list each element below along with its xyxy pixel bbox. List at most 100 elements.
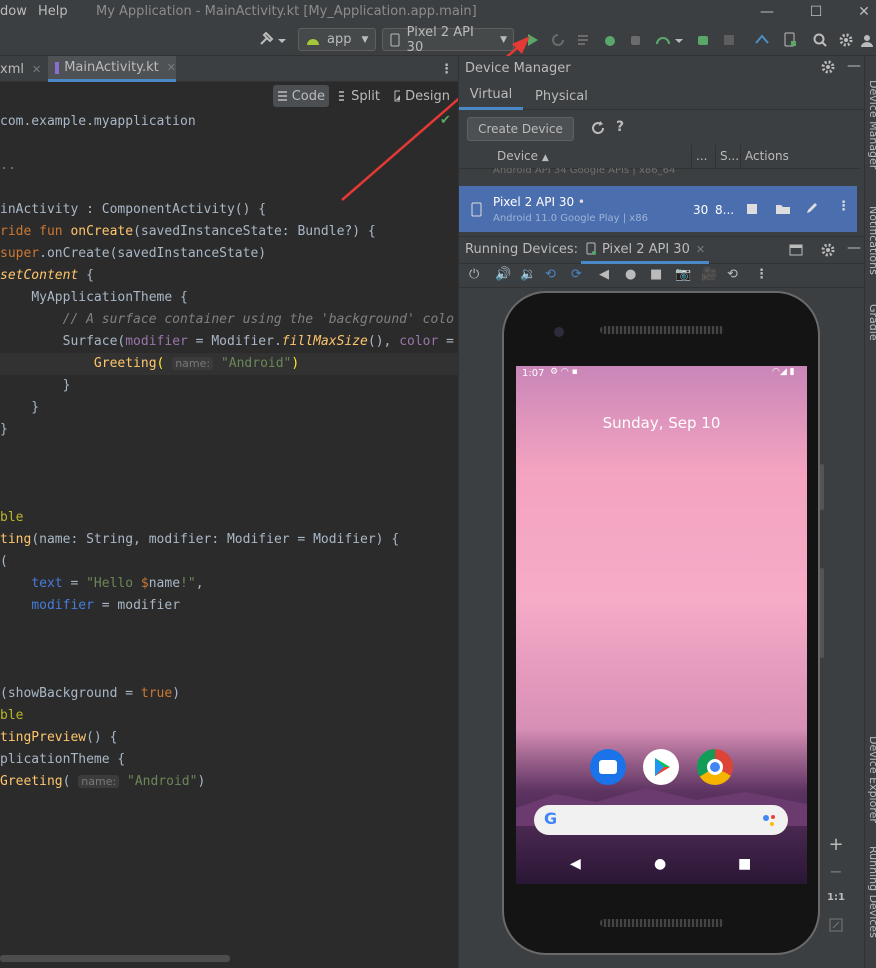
tab-label: MainActivity.kt [64, 60, 159, 75]
chrome-icon[interactable] [697, 749, 733, 785]
volume-up-icon[interactable]: 🔊 [495, 267, 511, 282]
screenshot-icon[interactable]: 📷 [675, 267, 691, 282]
hide-panel-icon[interactable]: — [847, 58, 861, 74]
running-devices-header: Running Devices: Pixel 2 API 30 ✕ — [459, 236, 865, 264]
settings-gear-icon[interactable] [821, 243, 835, 257]
help-icon[interactable]: ? [616, 119, 624, 135]
horizontal-scrollbar[interactable] [0, 953, 458, 968]
assistant-icon[interactable] [762, 813, 776, 831]
nav-back-icon[interactable]: ◀ [570, 856, 581, 872]
screen-record-icon[interactable]: 🎥 [701, 267, 717, 282]
close-tab-icon[interactable]: ✕ [32, 63, 41, 76]
side-device-manager[interactable]: Device Manager [867, 80, 876, 190]
sync-gradle-icon[interactable] [752, 29, 772, 51]
stop-device-icon[interactable] [747, 204, 757, 214]
volume-down-icon[interactable]: 🔉 [520, 267, 536, 282]
more-icon[interactable]: ⋮ [755, 267, 768, 282]
col-api[interactable]: ... [696, 149, 707, 163]
phone-screen[interactable]: 1:07 ⚙ ◠ ▪ ◠◢ ▮ Sunday, Sep 10 G ◀ ● ■ [516, 366, 807, 884]
code-mode-button[interactable]: Code [273, 85, 329, 107]
close-tab-icon[interactable]: ✕ [167, 61, 176, 74]
rerun-icon[interactable] [549, 29, 567, 51]
device-row[interactable]: Pixel 2 API 30 • Android 11.0 Google Pla… [459, 186, 857, 232]
menu-help[interactable]: Help [38, 4, 68, 19]
home-icon[interactable]: ● [625, 267, 636, 282]
device-row-partial: Android API 34 Google APIs | x86_64 [493, 168, 675, 177]
rotate-left-icon[interactable]: ⟲ [545, 267, 556, 282]
zoom-in-button[interactable]: + [826, 834, 846, 855]
param-hint: name: [78, 775, 120, 788]
menu-window[interactable]: dow [0, 4, 27, 19]
side-gradle[interactable]: Gradle [867, 304, 876, 354]
tab-mainactivity[interactable]: MainActivity.kt ✕ [48, 56, 176, 82]
side-device-explorer[interactable]: Device Explorer [867, 736, 876, 836]
phone-icon [471, 202, 482, 217]
code-line: ble [0, 510, 24, 525]
device-manager-icon[interactable] [780, 29, 800, 51]
back-icon[interactable]: ◀ [599, 267, 609, 282]
code-line: com.example.myapplication [0, 114, 196, 129]
code-line: } [0, 400, 40, 415]
play-store-icon[interactable] [643, 749, 679, 785]
status-icons: ⚙ ◠ ▪ [550, 367, 578, 377]
panel-settings-gear-icon[interactable] [821, 60, 835, 78]
close-tab-icon[interactable]: ✕ [696, 243, 705, 256]
stop-icon[interactable] [720, 29, 738, 51]
code-lines-icon [278, 91, 287, 101]
google-search-bar[interactable]: G [534, 805, 788, 835]
device-size: 8... [715, 203, 735, 217]
messages-app-icon[interactable] [590, 749, 626, 785]
create-device-button[interactable]: Create Device [467, 117, 574, 141]
side-notifications[interactable]: Notifications [867, 206, 876, 286]
more-actions-icon[interactable]: ⋮ [837, 199, 850, 214]
build-hammer-icon[interactable] [256, 29, 288, 51]
attach-debugger-icon[interactable] [627, 29, 645, 51]
kotlin-file-icon [55, 61, 60, 74]
code-line: tingPreview() { [0, 730, 118, 745]
tab-xml[interactable]: xml ✕ [0, 56, 46, 82]
apply-changes-icon[interactable] [575, 29, 593, 51]
code-line: setContent { [0, 268, 94, 283]
create-device-label: Create Device [478, 122, 563, 136]
overview-icon[interactable]: ■ [650, 267, 662, 282]
status-dot-icon: • [577, 195, 585, 209]
fit-screen-icon[interactable] [829, 918, 843, 932]
nav-overview-icon[interactable]: ■ [738, 856, 751, 872]
nav-home-icon[interactable]: ● [654, 856, 666, 872]
panel-title: Device Manager [465, 61, 571, 76]
power-button [820, 464, 824, 510]
power-icon[interactable]: ⏻ [469, 267, 479, 282]
maximize-icon[interactable]: ☐ [806, 2, 826, 22]
col-actions[interactable]: Actions [745, 149, 789, 163]
col-size[interactable]: S... [720, 149, 739, 163]
folder-open-icon[interactable] [775, 203, 791, 215]
profiler-icon[interactable] [654, 29, 684, 51]
scrollbar-thumb[interactable] [0, 955, 230, 962]
edit-pencil-icon[interactable] [805, 201, 819, 215]
rotate-right-icon[interactable]: ⟳ [571, 267, 582, 282]
zoom-actual-button[interactable]: 1:1 [826, 892, 846, 903]
search-icon[interactable] [810, 29, 830, 51]
tab-virtual[interactable]: Virtual [459, 82, 523, 110]
settings-gear-icon[interactable] [836, 29, 856, 51]
hide-panel-icon[interactable]: — [847, 240, 861, 256]
side-running-devices[interactable]: Running Devices [867, 846, 876, 956]
attach-icon[interactable] [694, 29, 712, 51]
close-icon[interactable]: ✕ [854, 2, 874, 22]
debug-icon[interactable] [601, 29, 619, 51]
tab-physical[interactable]: Physical [535, 82, 588, 110]
tab-virtual-label: Virtual [469, 87, 513, 102]
window-layout-icon[interactable] [789, 244, 803, 256]
code-editor[interactable]: com.example.myapplication .. inActivity … [0, 111, 458, 953]
speaker-bottom [600, 919, 724, 927]
volume-rocker [820, 568, 824, 658]
device-row-sub: Android API 34 Google APIs | x86_64 [493, 168, 676, 176]
running-tab-label: Pixel 2 API 30 [602, 241, 690, 257]
minimize-icon[interactable]: — [757, 2, 777, 22]
snapshot-icon[interactable]: ⟲ [727, 267, 738, 282]
zoom-out-button[interactable]: − [826, 862, 846, 881]
tab-running-device[interactable]: Pixel 2 API 30 ✕ [581, 237, 710, 264]
col-device[interactable]: Device ▲ [497, 149, 549, 163]
refresh-icon[interactable] [591, 121, 605, 139]
account-icon[interactable] [858, 29, 876, 51]
